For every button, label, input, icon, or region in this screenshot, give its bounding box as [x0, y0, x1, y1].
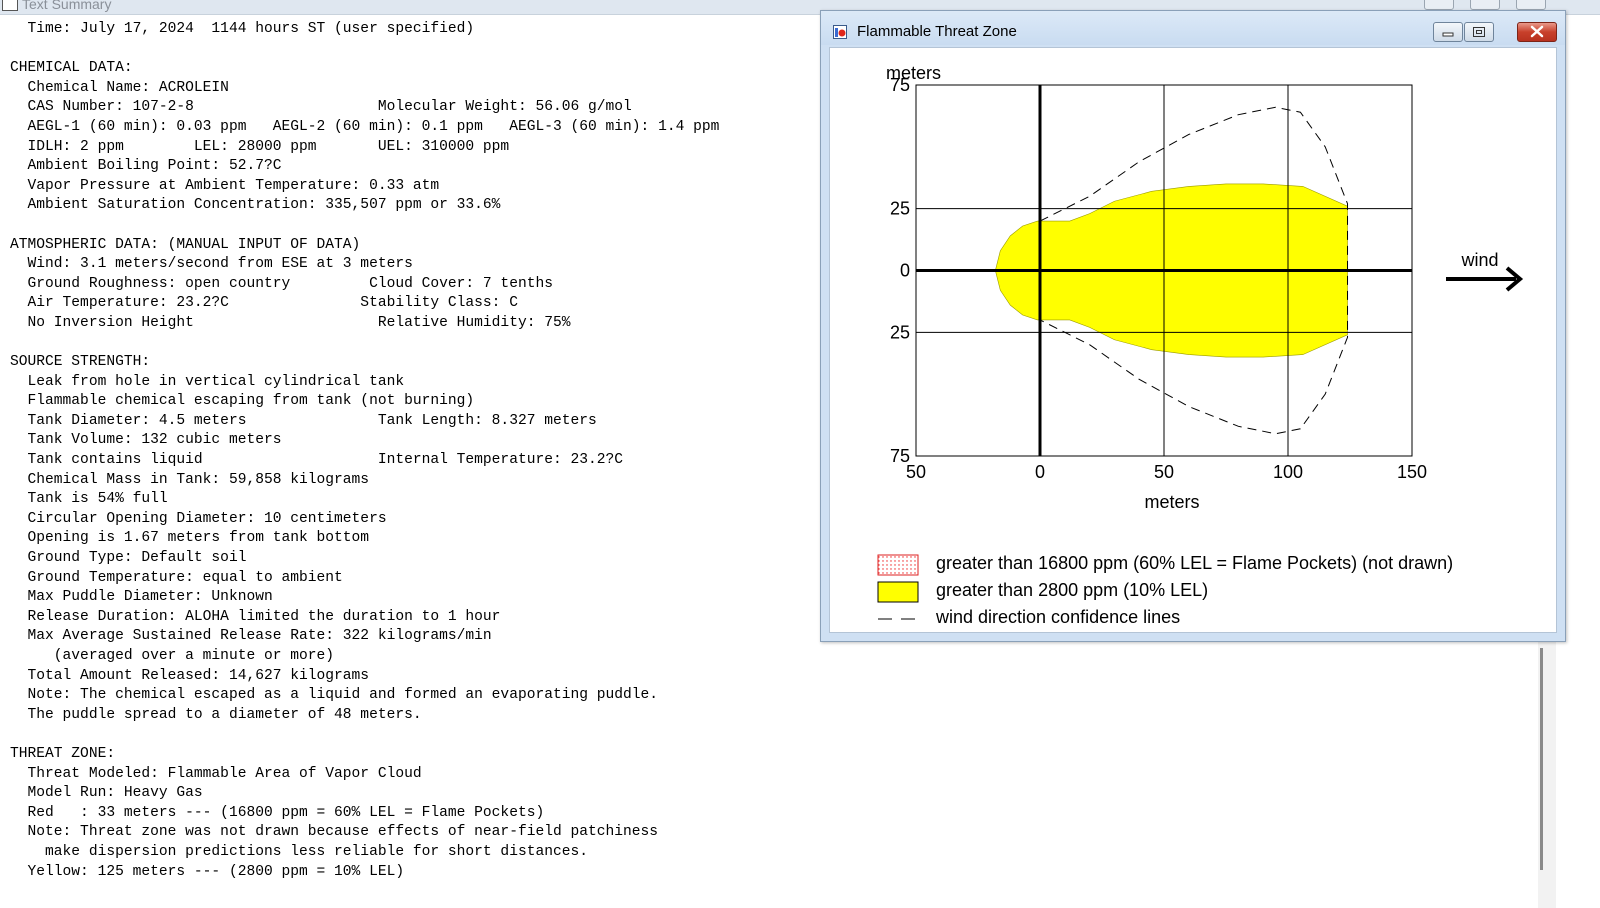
- threat-zone-title: Flammable Threat Zone: [857, 23, 1017, 40]
- legend: greater than 16800 ppm (60% LEL = Flame …: [877, 553, 1453, 627]
- wind-direction-arrow-icon: [1446, 266, 1524, 292]
- close-button[interactable]: [1517, 22, 1557, 42]
- legend-label-red: greater than 16800 ppm (60% LEL = Flame …: [936, 553, 1453, 573]
- text-summary-minimize-button[interactable]: [1424, 0, 1454, 10]
- flammable-threat-zone-window: Flammable Threat Zone 50 0 50 100 150 75…: [820, 10, 1566, 642]
- minimize-icon: [1442, 32, 1454, 37]
- maximize-button[interactable]: [1464, 22, 1494, 42]
- threat-zone-plot-area: 50 0 50 100 150 75 25 0 25 75 meters meters wind…: [829, 47, 1557, 633]
- x-tick-label: 50: [1154, 462, 1174, 482]
- close-icon: [1530, 25, 1544, 38]
- threat-zone-app-icon: [833, 25, 847, 39]
- text-summary-window-icon: [2, 0, 18, 11]
- scrollbar-thumb[interactable]: [1540, 648, 1543, 870]
- x-tick-label: 0: [1035, 462, 1045, 482]
- text-summary-maximize-button[interactable]: [1470, 0, 1500, 10]
- y-tick-label: 0: [900, 261, 910, 281]
- minimize-button[interactable]: [1433, 22, 1463, 42]
- legend-swatch-yellow: [877, 581, 919, 603]
- x-tick-label: 150: [1397, 462, 1427, 482]
- threat-zone-titlebar[interactable]: Flammable Threat Zone: [821, 11, 1565, 45]
- text-summary-content: Time: July 17, 2024 1144 hours ST (user …: [10, 21, 720, 880]
- x-axis-label: meters: [1144, 492, 1199, 512]
- maximize-icon: [1473, 27, 1485, 37]
- y-tick-label: 25: [890, 322, 910, 342]
- text-summary-title: Text Summary: [22, 0, 112, 12]
- legend-label-confidence: wind direction confidence lines: [935, 607, 1180, 627]
- legend-swatch-red-dotted: [877, 554, 919, 576]
- y-tick-label: 25: [890, 199, 910, 219]
- y-tick-labels: 752502575: [890, 75, 910, 466]
- x-tick-labels: 50 0 50 100 150: [906, 462, 1427, 482]
- threat-zone-chart: 50 0 50 100 150 752502575 meters meters wind…: [877, 63, 1524, 627]
- y-tick-label: 75: [890, 446, 910, 466]
- x-tick-label: 100: [1273, 462, 1303, 482]
- legend-label-yellow: greater than 2800 ppm (10% LEL): [936, 580, 1208, 600]
- y-axis-label: meters: [886, 63, 941, 83]
- wind-label: wind: [1460, 250, 1498, 270]
- text-summary-close-button[interactable]: [1516, 0, 1546, 10]
